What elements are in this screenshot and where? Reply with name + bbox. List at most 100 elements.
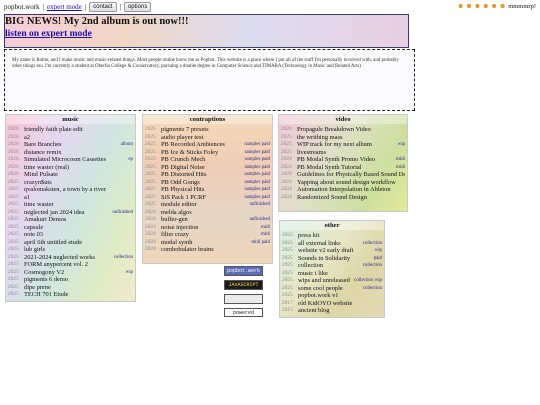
list-item[interactable]: 2024 combobulator brains bbox=[145, 246, 270, 254]
item-title[interactable]: PB Distorted Hits bbox=[161, 171, 243, 179]
item-title[interactable]: TECH 701 Etude bbox=[24, 291, 133, 299]
list-item[interactable]: 2025 2021-2024 neglected works collection bbox=[8, 254, 133, 262]
list-item[interactable]: 2025 april 6th untitled etude bbox=[8, 239, 133, 247]
list-item[interactable]: 2024 Randomized Sound Design bbox=[281, 194, 405, 202]
item-title[interactable]: crazyn$uts bbox=[24, 179, 133, 187]
contact-button[interactable]: contact bbox=[89, 2, 117, 12]
list-item[interactable]: 2024 Yapping about sound design workflow bbox=[281, 179, 405, 187]
item-title[interactable]: old KidOYO website bbox=[298, 300, 382, 308]
list-item[interactable]: 2025 pigments 7 presets bbox=[145, 126, 270, 134]
list-item[interactable]: 2025 SiS Pack 1 PCRF samples paid bbox=[145, 194, 270, 202]
list-item[interactable]: 2025 PB Ice & Sticks Foley samples paid bbox=[145, 149, 270, 157]
list-item[interactable]: 2026 Simulated Microcosm Cassettes ep bbox=[8, 156, 133, 164]
list-item[interactable]: 2025 lub girls bbox=[8, 246, 133, 254]
item-title[interactable]: PB Modal Synth Promo Video bbox=[297, 156, 394, 164]
expert-mode-link[interactable]: expert mode bbox=[47, 3, 82, 11]
item-title[interactable]: friendly faith plate edit bbox=[24, 126, 133, 134]
list-item[interactable]: 2025 Amakuri Demos bbox=[8, 216, 133, 224]
list-item[interactable]: 2026 Bare Branches album bbox=[8, 141, 133, 149]
item-title[interactable]: melda algos bbox=[161, 209, 270, 217]
item-title[interactable]: PB Ice & Sticks Foley bbox=[161, 149, 243, 157]
item-title[interactable]: Yapping about sound design workflow bbox=[297, 179, 405, 187]
list-item[interactable]: 2025 wips and unreleased collection wip bbox=[282, 277, 382, 285]
list-item[interactable]: 2015 ancient blog bbox=[282, 307, 382, 315]
list-item[interactable]: 2026 friendly faith plate edit bbox=[8, 126, 133, 134]
list-item[interactable]: 2024 filter crazy midi bbox=[145, 231, 270, 239]
item-title[interactable]: distance remix bbox=[24, 149, 133, 157]
list-item[interactable]: 2025 livestreams bbox=[281, 149, 405, 157]
list-item[interactable]: 2024 noise injection midi bbox=[145, 224, 270, 232]
item-title[interactable]: livestreams bbox=[297, 149, 405, 157]
list-item[interactable]: 2025 Sounds in Solidarity paid bbox=[282, 255, 382, 263]
item-title[interactable]: Amakuri Demos bbox=[24, 216, 133, 224]
list-item[interactable]: 2025 popbot.work v1 bbox=[282, 292, 382, 300]
list-item[interactable]: 2025 PB Digital Noise samples paid bbox=[145, 164, 270, 172]
list-item[interactable]: 2025 TECH 701 Etude bbox=[8, 291, 133, 299]
item-title[interactable]: website v2 early draft bbox=[298, 247, 373, 255]
item-title[interactable]: Automation Interpolation in Ableton bbox=[297, 186, 405, 194]
item-title[interactable]: audio player test bbox=[161, 134, 270, 142]
item-title[interactable]: PB Odd Gongs bbox=[161, 179, 243, 187]
item-title[interactable]: a1 bbox=[24, 194, 133, 202]
powered-badge[interactable]: powered bbox=[224, 308, 263, 317]
list-item[interactable]: 2025 PB Crunch Mech samples paid bbox=[145, 156, 270, 164]
list-item[interactable]: 2025 neglected jan 2024 idea unfinished bbox=[8, 209, 133, 217]
list-item[interactable]: 2025 crazyn$uts bbox=[8, 179, 133, 187]
item-title[interactable]: Cosmogony V2 bbox=[24, 269, 124, 277]
list-item[interactable]: 2025 audio player test bbox=[145, 134, 270, 142]
list-item[interactable]: 2025 PB Recorded Ambiences samples paid bbox=[145, 141, 270, 149]
list-item[interactable]: 2025 qvalomaksten, a town by a river bbox=[8, 186, 133, 194]
list-item[interactable]: 2025 capsule bbox=[8, 224, 133, 232]
item-title[interactable]: note 03 bbox=[24, 231, 133, 239]
item-title[interactable]: neglected jan 2024 idea bbox=[24, 209, 110, 217]
item-title[interactable]: music i like bbox=[298, 270, 382, 278]
list-item[interactable]: 2025 website v2 early draft wip bbox=[282, 247, 382, 255]
item-title[interactable]: FORM anypercent vol. 2 bbox=[24, 261, 133, 269]
list-item[interactable]: 2025 press kit bbox=[282, 232, 382, 240]
list-item[interactable]: 2025 some cool people collection bbox=[282, 285, 382, 293]
list-item[interactable]: 2025 time waster bbox=[8, 201, 133, 209]
list-item[interactable]: 2025 PB Physical Hits samples paid bbox=[145, 186, 270, 194]
item-title[interactable]: PB Modal Synth Tutorial bbox=[297, 164, 394, 172]
list-item[interactable]: 2026 a2 bbox=[8, 134, 133, 142]
item-title[interactable]: pigments 6 demo bbox=[24, 276, 133, 284]
item-title[interactable]: PB Recorded Ambiences bbox=[161, 141, 243, 149]
item-title[interactable]: module editor bbox=[161, 201, 247, 209]
item-title[interactable]: dipe prene bbox=[24, 284, 133, 292]
album-link[interactable]: listen on expert mode bbox=[5, 29, 92, 39]
list-item[interactable]: 2025 pigments 6 demo bbox=[8, 276, 133, 284]
site-badge[interactable]: popbot.work bbox=[224, 266, 263, 276]
item-title[interactable]: lub girls bbox=[24, 246, 133, 254]
item-title[interactable]: Mind Pulsate bbox=[24, 171, 133, 179]
list-item[interactable]: 2025 PB Distorted Hits samples paid bbox=[145, 171, 270, 179]
list-item[interactable]: 2025 WIP track for my next album wip bbox=[281, 141, 405, 149]
list-item[interactable]: 2025 dipe prene bbox=[8, 284, 133, 292]
list-item[interactable]: 2024 modal synth midi paid bbox=[145, 239, 270, 247]
list-item[interactable]: 2024 Guidelines for Physically Based Soun… bbox=[281, 171, 405, 179]
item-title[interactable]: a2 bbox=[24, 134, 133, 142]
javascript-badge[interactable]: JAVASCRIPT bbox=[224, 280, 263, 290]
item-title[interactable]: press kit bbox=[298, 232, 382, 240]
list-item[interactable]: 2025 module editor unfinished bbox=[145, 201, 270, 209]
list-item[interactable]: 2025 FORM anypercent vol. 2 bbox=[8, 261, 133, 269]
item-title[interactable]: some cool people bbox=[298, 285, 361, 293]
item-title[interactable]: collection bbox=[298, 262, 361, 270]
list-item[interactable]: 2026 Propagule Breakdown Video bbox=[281, 126, 405, 134]
item-title[interactable]: qvalomaksten, a town by a river bbox=[24, 186, 133, 194]
item-title[interactable]: Sounds in Solidarity bbox=[298, 255, 372, 263]
list-item[interactable]: 2026 Mind Pulsate bbox=[8, 171, 133, 179]
item-title[interactable]: ancient blog bbox=[298, 307, 382, 315]
item-title[interactable]: time waster (real) bbox=[24, 164, 133, 172]
item-title[interactable]: Bare Branches bbox=[24, 141, 119, 149]
list-item[interactable]: 2024 PB Modal Synth Tutorial midi bbox=[281, 164, 405, 172]
item-title[interactable]: PB Physical Hits bbox=[161, 186, 243, 194]
item-title[interactable]: capsule bbox=[24, 224, 133, 232]
item-title[interactable]: wips and unreleased bbox=[298, 277, 352, 285]
list-item[interactable]: 2026 time waster (real) bbox=[8, 164, 133, 172]
item-title[interactable]: WIP track for my next album bbox=[297, 141, 396, 149]
list-item[interactable]: 2026 distance remix bbox=[8, 149, 133, 157]
list-item[interactable]: 2017 old KidOYO website bbox=[282, 300, 382, 308]
item-title[interactable]: buffer-gen bbox=[161, 216, 247, 224]
list-item[interactable]: 2024 melda algos bbox=[145, 209, 270, 217]
item-title[interactable]: combobulator brains bbox=[161, 246, 270, 254]
